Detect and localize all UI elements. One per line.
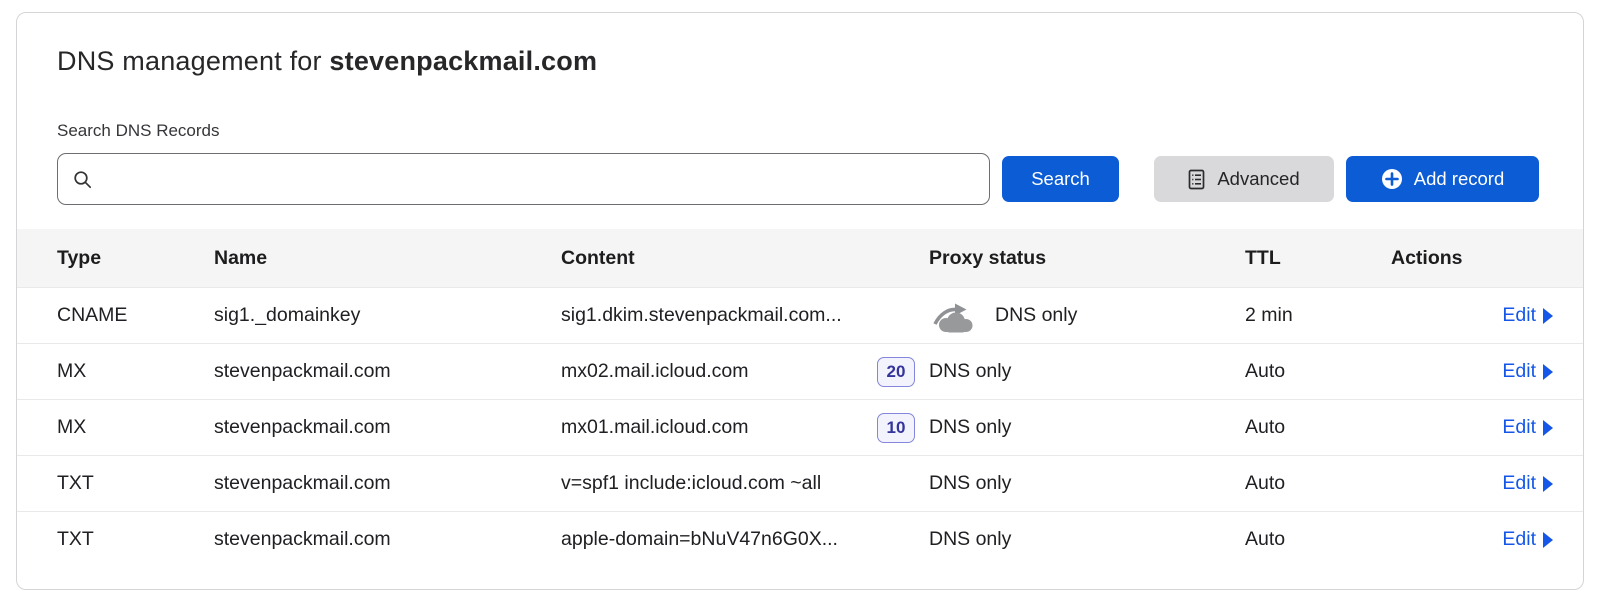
table-row: TXT stevenpackmail.com v=spf1 include:ic… <box>17 455 1583 511</box>
dns-management-card: DNS management for stevenpackmail.com Se… <box>16 12 1584 590</box>
search-input[interactable] <box>103 154 975 204</box>
record-name: stevenpackmail.com <box>214 360 561 383</box>
page-title: DNS management for stevenpackmail.com <box>57 13 1539 77</box>
add-record-button[interactable]: Add record <box>1346 156 1539 202</box>
edit-caret-icon <box>1543 308 1553 324</box>
table-row: MX stevenpackmail.com mx02.mail.icloud.c… <box>17 343 1583 399</box>
edit-caret-icon <box>1543 420 1553 436</box>
record-ttl: Auto <box>1245 360 1391 383</box>
add-record-button-label: Add record <box>1414 168 1505 190</box>
record-name: stevenpackmail.com <box>214 528 561 551</box>
advanced-button-label: Advanced <box>1217 168 1299 190</box>
search-label: Search DNS Records <box>57 121 1539 141</box>
record-type: MX <box>57 416 214 439</box>
table-row: CNAME sig1._domainkey sig1.dkim.stevenpa… <box>17 287 1583 343</box>
table-row: TXT stevenpackmail.com apple-domain=bNuV… <box>17 511 1583 567</box>
column-header-ttl: TTL <box>1245 247 1391 270</box>
search-box[interactable] <box>57 153 990 205</box>
column-header-actions: Actions <box>1391 247 1553 270</box>
column-header-proxy-status: Proxy status <box>929 247 1245 270</box>
edit-caret-icon <box>1543 364 1553 380</box>
edit-record-link[interactable]: Edit <box>1502 416 1553 439</box>
edit-record-link[interactable]: Edit <box>1502 304 1553 327</box>
record-type: MX <box>57 360 214 383</box>
advanced-list-icon <box>1188 169 1206 190</box>
table-header-row: Type Name Content Proxy status TTL Actio… <box>17 229 1583 287</box>
record-content: mx01.mail.icloud.com <box>561 416 748 439</box>
dns-records-table: Type Name Content Proxy status TTL Actio… <box>17 229 1583 567</box>
proxy-status: DNS only <box>929 360 1011 383</box>
advanced-button[interactable]: Advanced <box>1154 156 1334 202</box>
record-content: mx02.mail.icloud.com <box>561 360 748 383</box>
record-name: stevenpackmail.com <box>214 416 561 439</box>
edit-link-label: Edit <box>1502 416 1536 439</box>
record-content: sig1.dkim.stevenpackmail.com... <box>561 304 842 327</box>
search-icon <box>72 169 93 190</box>
plus-circle-icon <box>1381 168 1403 190</box>
record-content: apple-domain=bNuV47n6G0X... <box>561 528 838 551</box>
search-button[interactable]: Search <box>1002 156 1119 202</box>
edit-record-link[interactable]: Edit <box>1502 528 1553 551</box>
record-type: TXT <box>57 528 214 551</box>
record-type: TXT <box>57 472 214 495</box>
search-toolbar: Search Advanced A <box>57 153 1539 205</box>
proxy-status: DNS only <box>995 304 1077 327</box>
domain-name: stevenpackmail.com <box>329 46 597 76</box>
edit-link-label: Edit <box>1502 528 1536 551</box>
record-name: stevenpackmail.com <box>214 472 561 495</box>
mx-priority-badge: 10 <box>877 413 915 443</box>
record-ttl: Auto <box>1245 472 1391 495</box>
column-header-name: Name <box>214 247 561 270</box>
edit-link-label: Edit <box>1502 360 1536 383</box>
edit-link-label: Edit <box>1502 472 1536 495</box>
proxy-status: DNS only <box>929 528 1011 551</box>
edit-caret-icon <box>1543 476 1553 492</box>
record-ttl: 2 min <box>1245 304 1391 327</box>
proxy-status: DNS only <box>929 416 1011 439</box>
column-header-type: Type <box>57 247 214 270</box>
record-ttl: Auto <box>1245 416 1391 439</box>
page-title-prefix: DNS management for <box>57 46 329 76</box>
mx-priority-badge: 20 <box>877 357 915 387</box>
edit-link-label: Edit <box>1502 304 1536 327</box>
table-row: MX stevenpackmail.com mx01.mail.icloud.c… <box>17 399 1583 455</box>
record-type: CNAME <box>57 304 214 327</box>
edit-record-link[interactable]: Edit <box>1502 360 1553 383</box>
record-content: v=spf1 include:icloud.com ~all <box>561 472 821 495</box>
record-ttl: Auto <box>1245 528 1391 551</box>
dns-only-cloud-icon <box>929 299 979 333</box>
proxy-status: DNS only <box>929 472 1011 495</box>
column-header-content: Content <box>561 247 929 270</box>
record-name: sig1._domainkey <box>214 304 561 327</box>
edit-caret-icon <box>1543 532 1553 548</box>
edit-record-link[interactable]: Edit <box>1502 472 1553 495</box>
